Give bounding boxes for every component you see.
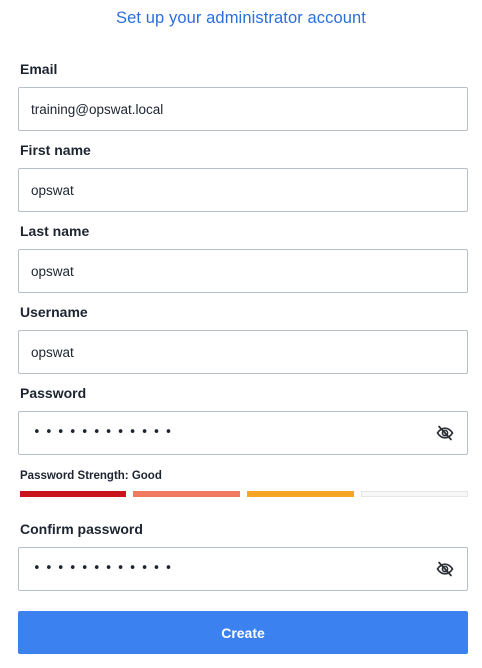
strength-segment-4	[361, 491, 468, 497]
strength-segment-1	[20, 491, 126, 497]
eye-slash-icon[interactable]	[435, 423, 455, 443]
last-name-field-container	[18, 249, 468, 293]
username-field[interactable]	[19, 331, 467, 373]
username-field-container	[18, 330, 468, 374]
strength-segment-2	[133, 491, 240, 497]
username-label: Username	[20, 304, 88, 320]
email-label: Email	[20, 61, 58, 77]
first-name-field[interactable]	[19, 169, 467, 211]
password-masked-value: ••••••••••••	[33, 425, 177, 440]
password-field[interactable]: ••••••••••••	[18, 411, 468, 455]
email-field-container	[18, 87, 468, 131]
page-title: Set up your administrator account	[115, 9, 366, 27]
last-name-field[interactable]	[19, 250, 467, 292]
password-strength-label: Password Strength: Good	[20, 470, 162, 482]
password-label: Password	[20, 385, 87, 401]
last-name-label: Last name	[20, 223, 90, 239]
confirm-password-masked-value: ••••••••••••	[33, 561, 177, 576]
email-field[interactable]	[19, 88, 467, 130]
create-button[interactable]: Create	[18, 611, 468, 654]
confirm-password-field[interactable]: ••••••••••••	[18, 547, 468, 591]
first-name-label: First name	[20, 142, 91, 158]
strength-segment-3	[247, 491, 354, 497]
eye-slash-icon[interactable]	[435, 559, 455, 579]
confirm-password-label: Confirm password	[20, 521, 143, 537]
first-name-field-container	[18, 168, 468, 212]
